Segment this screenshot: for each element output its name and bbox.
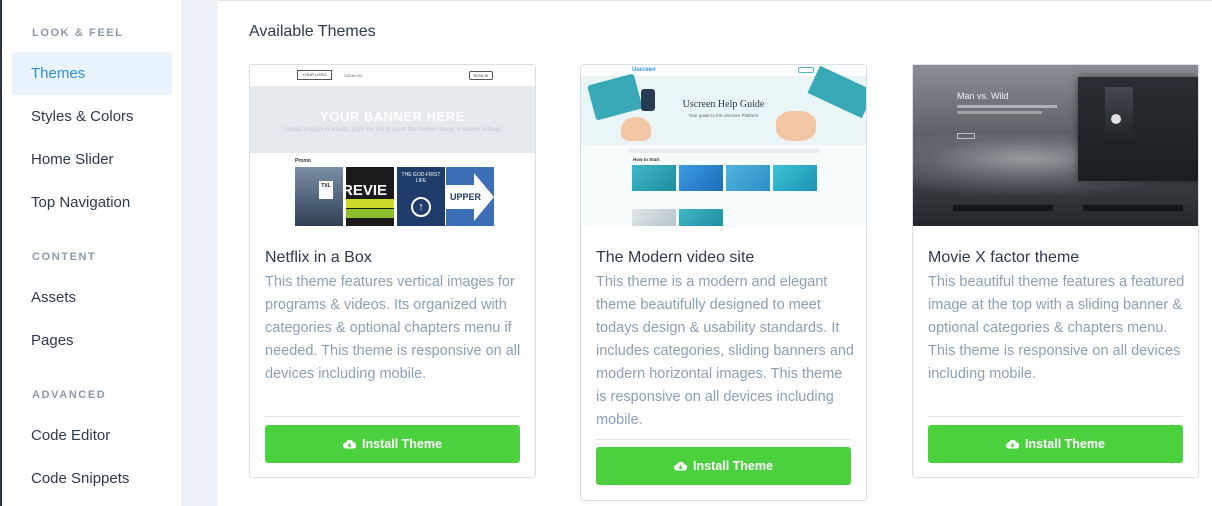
- card-divider: [596, 439, 851, 440]
- theme-card-modern: Uscreen Uscreen Help Guide Your guide to…: [580, 64, 867, 501]
- theme-preview-netflix[interactable]: YOUR LOGO CATALOG SIGN IN YOUR BANNER HE…: [250, 65, 535, 226]
- install-theme-label: Install Theme: [693, 459, 773, 473]
- sidebar-item-code-editor[interactable]: Code Editor: [12, 414, 172, 457]
- install-theme-label: Install Theme: [362, 437, 442, 451]
- preview-headline: Man vs. Wild: [957, 91, 1009, 101]
- content-gutter: [183, 0, 218, 506]
- sidebar-item-styles-colors[interactable]: Styles & Colors: [12, 95, 172, 138]
- preview-tile-1: TXL: [295, 167, 343, 226]
- install-theme-button[interactable]: Install Theme: [265, 425, 520, 463]
- cloud-download-icon: [343, 439, 357, 449]
- preview-headline: Uscreen Help Guide: [682, 99, 765, 110]
- preview-banner-title: YOUR BANNER HERE: [320, 109, 465, 124]
- theme-preview-modern[interactable]: Uscreen Uscreen Help Guide Your guide to…: [581, 65, 866, 226]
- preview-subline: Your guide to the Uscreen Platform: [688, 113, 759, 118]
- theme-card-movie: Man vs. Wild Movie X factor theme This b…: [912, 64, 1199, 478]
- preview-banner-subtitle: Upload images in assets, grab the link &…: [283, 127, 502, 133]
- preview-row-label: Promo: [295, 158, 311, 164]
- preview-signin: SIGN IN: [469, 71, 493, 80]
- sidebar-item-code-snippets[interactable]: Code Snippets: [12, 457, 172, 500]
- section-label-advanced: ADVANCED: [32, 389, 107, 401]
- preview-hero: Uscreen Help Guide Your guide to the Usc…: [581, 65, 866, 145]
- preview-row-label: How to Start: [633, 157, 660, 162]
- preview-tile-4: UPPER: [446, 167, 494, 226]
- preview-banner: YOUR BANNER HERE Upload images in assets…: [250, 87, 535, 153]
- preview-nav: CATALOG: [344, 73, 363, 78]
- theme-title: The Modern video site: [596, 249, 755, 266]
- install-theme-label: Install Theme: [1025, 437, 1105, 451]
- theme-card-netflix: YOUR LOGO CATALOG SIGN IN YOUR BANNER HE…: [249, 64, 536, 478]
- section-label-look-feel: LOOK & FEEL: [32, 27, 124, 39]
- sidebar-item-home-slider[interactable]: Home Slider: [12, 138, 172, 181]
- sidebar-item-assets[interactable]: Assets: [12, 276, 172, 319]
- section-label-content: CONTENT: [32, 251, 97, 263]
- install-theme-button[interactable]: Install Theme: [596, 447, 851, 485]
- cloud-download-icon: [674, 461, 688, 471]
- theme-description: This theme features vertical images for …: [265, 274, 521, 382]
- theme-description: This theme is a modern and elegant theme…: [596, 274, 854, 428]
- theme-description: This beautiful theme features a featured…: [928, 274, 1185, 382]
- settings-sidebar: LOOK & FEEL Themes Styles & Colors Home …: [2, 0, 183, 506]
- sidebar-item-themes[interactable]: Themes: [12, 52, 172, 95]
- install-theme-button[interactable]: Install Theme: [928, 425, 1183, 463]
- page-title: Available Themes: [249, 23, 376, 40]
- theme-title: Movie X factor theme: [928, 249, 1080, 266]
- preview-brand: Uscreen: [632, 67, 656, 73]
- preview-logo: YOUR LOGO: [297, 70, 332, 80]
- sidebar-item-pages[interactable]: Pages: [12, 319, 172, 362]
- card-divider: [265, 416, 520, 417]
- card-divider: [928, 416, 1183, 417]
- preview-tile-3: THE GOD-FIRST LIFE ↑: [397, 167, 445, 226]
- theme-preview-movie[interactable]: Man vs. Wild: [913, 65, 1198, 226]
- preview-topbar: YOUR LOGO CATALOG SIGN IN: [250, 65, 535, 87]
- cloud-download-icon: [1006, 439, 1020, 449]
- preview-tile-2: REVIE: [346, 167, 394, 226]
- main-content: Available Themes YOUR LOGO CATALOG SIGN …: [218, 0, 1212, 506]
- sidebar-item-top-navigation[interactable]: Top Navigation: [12, 181, 172, 224]
- theme-title: Netflix in a Box: [265, 249, 372, 266]
